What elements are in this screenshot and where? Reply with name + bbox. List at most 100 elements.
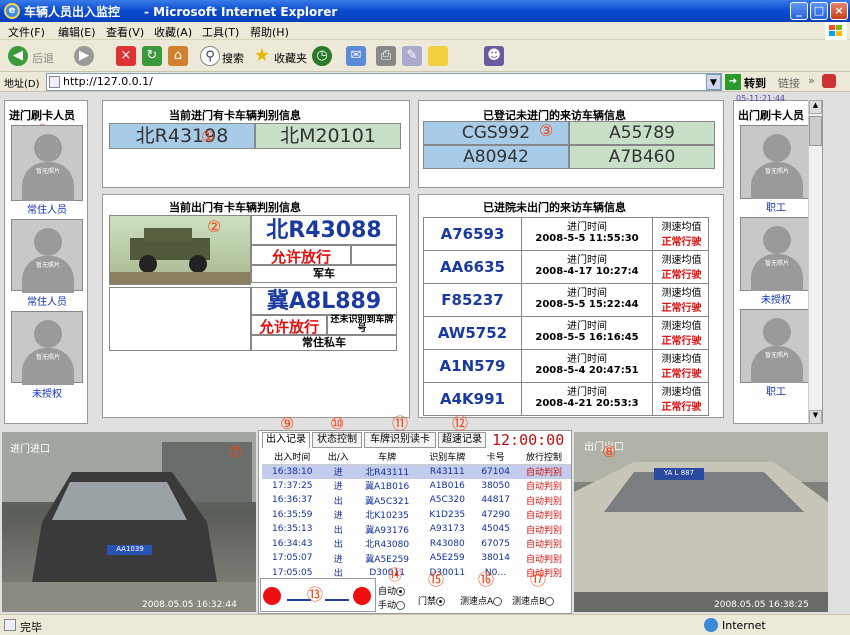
- log-header-cell[interactable]: 车牌: [353, 450, 421, 465]
- exit-person-label-1: 职工: [740, 199, 812, 214]
- notes-icon[interactable]: [428, 46, 448, 66]
- menu-view[interactable]: 查看(V): [106, 24, 144, 40]
- menu-file[interactable]: 文件(F): [8, 24, 45, 40]
- refresh-icon[interactable]: ↻: [142, 46, 162, 66]
- back-button[interactable]: 后退: [32, 50, 54, 66]
- toolbar-extension-icon[interactable]: [822, 74, 836, 88]
- table-row[interactable]: 17:05:07 进 冀A5E259 A5E259 38014 自动判别: [262, 551, 571, 566]
- menu-edit[interactable]: 编辑(E): [58, 24, 96, 40]
- address-input[interactable]: http://127.0.0.1/: [46, 73, 722, 91]
- go-button[interactable]: 转到: [744, 75, 766, 91]
- log-cell: 45045: [481, 524, 510, 535]
- log-cell: 16:36:37: [272, 495, 313, 506]
- table-row[interactable]: 16:38:10 进北R43111 R43111 67104 自动判别: [262, 464, 571, 479]
- marker-1: ①: [201, 127, 216, 146]
- log-header-cell[interactable]: 放行控制: [517, 450, 571, 465]
- scroll-thumb[interactable]: [809, 116, 822, 146]
- mail-icon[interactable]: ✉: [346, 46, 366, 66]
- table-row[interactable]: 16:34:43 出 北R43080 R43080 67075 自动判别: [262, 537, 571, 552]
- visitor-plate-2: A55789: [569, 121, 715, 145]
- print-icon[interactable]: ⎙: [376, 46, 396, 66]
- speed-status: 正常行驶: [661, 369, 702, 380]
- minimize-button[interactable]: _: [790, 2, 808, 20]
- menu-favorites[interactable]: 收藏(A): [154, 24, 192, 40]
- log-header-cell[interactable]: 卡号: [474, 450, 518, 465]
- entry-person-photo-1[interactable]: 暂无照片: [11, 125, 83, 202]
- entry-camera-view[interactable]: 进门进口 AA1039 ⑦ 2008.05.05 16:32:44: [2, 432, 256, 612]
- speed-point-a-radio[interactable]: [493, 597, 503, 606]
- gate-toggle[interactable]: 门禁: [418, 594, 446, 607]
- speed-point-a[interactable]: 测速点A: [460, 594, 503, 607]
- exit-vehicle-photo-2[interactable]: [109, 287, 251, 351]
- inside-visitor-row[interactable]: F85237 进门时间 2008-5-5 15:22:44 测速均值 正常行驶: [423, 283, 709, 317]
- tab-status-control[interactable]: 状态控制: [312, 432, 362, 448]
- mode-auto[interactable]: 自动: [378, 584, 406, 597]
- vertical-scrollbar[interactable]: ▲ ▼: [808, 100, 822, 424]
- tab-speeding-log[interactable]: 超速记录: [438, 432, 486, 448]
- tab-entry-exit-log[interactable]: 出入记录: [262, 432, 310, 448]
- visitor-plate-4: A7B460: [569, 145, 715, 169]
- gate-radio[interactable]: [436, 597, 446, 606]
- exit-camera-view[interactable]: 出门出口 YA L 887 ⑧ 2008.05.05 16:38:25: [574, 432, 828, 612]
- exit-vehicle-1-status: 允许放行: [251, 245, 351, 266]
- marker-10: ⑩: [330, 414, 345, 433]
- history-icon[interactable]: ◷: [312, 46, 332, 66]
- exit-vehicle-photo-1[interactable]: [109, 215, 251, 285]
- log-cell: 17:05:07: [272, 553, 313, 564]
- inside-visitor-time: 进门时间 2008-5-5 11:55:30: [522, 218, 652, 250]
- address-dropdown-icon[interactable]: ▼: [706, 74, 721, 90]
- exit-person-photo-2[interactable]: 暂无照片: [740, 217, 812, 294]
- stop-icon[interactable]: ×: [116, 46, 136, 66]
- menu-tools[interactable]: 工具(T): [202, 24, 239, 40]
- links-chevron-icon[interactable]: »: [808, 74, 815, 87]
- marker-15: ⑮: [428, 570, 445, 589]
- home-icon[interactable]: ⌂: [168, 46, 188, 66]
- mode-auto-radio[interactable]: [396, 587, 406, 596]
- forward-arrow-icon[interactable]: ▶: [74, 46, 94, 66]
- favorites-star-icon[interactable]: ★: [252, 46, 272, 66]
- exit-vehicle-2-plate: 冀A8L889: [251, 287, 397, 315]
- visitor-plate-3: A80942: [423, 145, 569, 169]
- table-row[interactable]: 16:35:59 进 北K10235 K1D235 47290 自动判别: [262, 508, 571, 523]
- table-row[interactable]: 17:37:25 进 冀A1B016 A1B016 38050 自动判别: [262, 479, 571, 494]
- favorites-button[interactable]: 收藏夹: [274, 50, 307, 66]
- log-header-cell[interactable]: 识别车牌: [420, 450, 475, 465]
- exit-person-label-2: 未授权: [740, 291, 812, 306]
- links-button[interactable]: 链接: [778, 75, 800, 91]
- back-arrow-icon[interactable]: ◀: [8, 46, 28, 66]
- search-icon[interactable]: ⚲: [200, 46, 220, 66]
- entry-person-photo-3[interactable]: 暂无照片: [11, 311, 83, 388]
- inside-visitor-row[interactable]: A76593 进门时间 2008-5-5 11:55:30 测速均值 正常行驶: [423, 217, 709, 251]
- mode-manual[interactable]: 手动: [378, 598, 406, 611]
- close-button[interactable]: ×: [830, 2, 848, 20]
- scroll-up-icon[interactable]: ▲: [809, 100, 822, 114]
- table-row[interactable]: 16:36:37 出 冀A5C321 A5C320 44817 自动判别: [262, 493, 571, 508]
- speed-point-b-radio[interactable]: [545, 597, 555, 606]
- edit-icon[interactable]: ✎: [402, 46, 422, 66]
- inside-visitor-row[interactable]: AW5752 进门时间 2008-5-5 16:16:45 测速均值 正常行驶: [423, 316, 709, 350]
- mode-manual-radio[interactable]: [396, 601, 406, 610]
- inside-visitor-plate: AW5752: [424, 317, 522, 349]
- speed-point-a-label: 测速点A: [460, 597, 494, 607]
- log-header-cell[interactable]: 出/入: [322, 450, 354, 465]
- tab-plate-reading[interactable]: 车牌识别读卡: [364, 432, 436, 448]
- inside-visitor-row[interactable]: AA6635 进门时间 2008-4-17 10:27:4 测速均值 正常行驶: [423, 250, 709, 284]
- exit-person-photo-1[interactable]: 暂无照片: [740, 125, 812, 202]
- go-arrow-icon[interactable]: ➔: [725, 74, 741, 90]
- maximize-button[interactable]: □: [810, 2, 828, 20]
- table-row[interactable]: 16:35:13 出 冀A93176 A93173 45045 自动判别: [262, 522, 571, 537]
- inside-visitor-row[interactable]: A4K991 进门时间 2008-4-21 20:53:3 测速均值 正常行驶: [423, 382, 709, 416]
- scroll-down-icon[interactable]: ▼: [809, 410, 822, 424]
- exit-person-photo-3[interactable]: 暂无照片: [740, 309, 812, 386]
- log-header-cell[interactable]: 出入时间: [262, 450, 323, 465]
- entry-camera-label: 进门进口: [10, 444, 50, 455]
- messenger-icon[interactable]: ☻: [484, 46, 504, 66]
- entry-time-value: 2008-5-4 20:47:51: [535, 365, 639, 376]
- search-button[interactable]: 搜索: [222, 50, 244, 66]
- inside-visitor-row[interactable]: A1N579 进门时间 2008-5-4 20:47:51 测速均值 正常行驶: [423, 349, 709, 383]
- menu-help[interactable]: 帮助(H): [250, 24, 289, 40]
- speed-point-b[interactable]: 测速点B: [512, 594, 555, 607]
- gate-lights: ⑬: [260, 578, 376, 612]
- log-cell: A5E259: [429, 553, 465, 564]
- entry-person-photo-2[interactable]: 暂无照片: [11, 219, 83, 296]
